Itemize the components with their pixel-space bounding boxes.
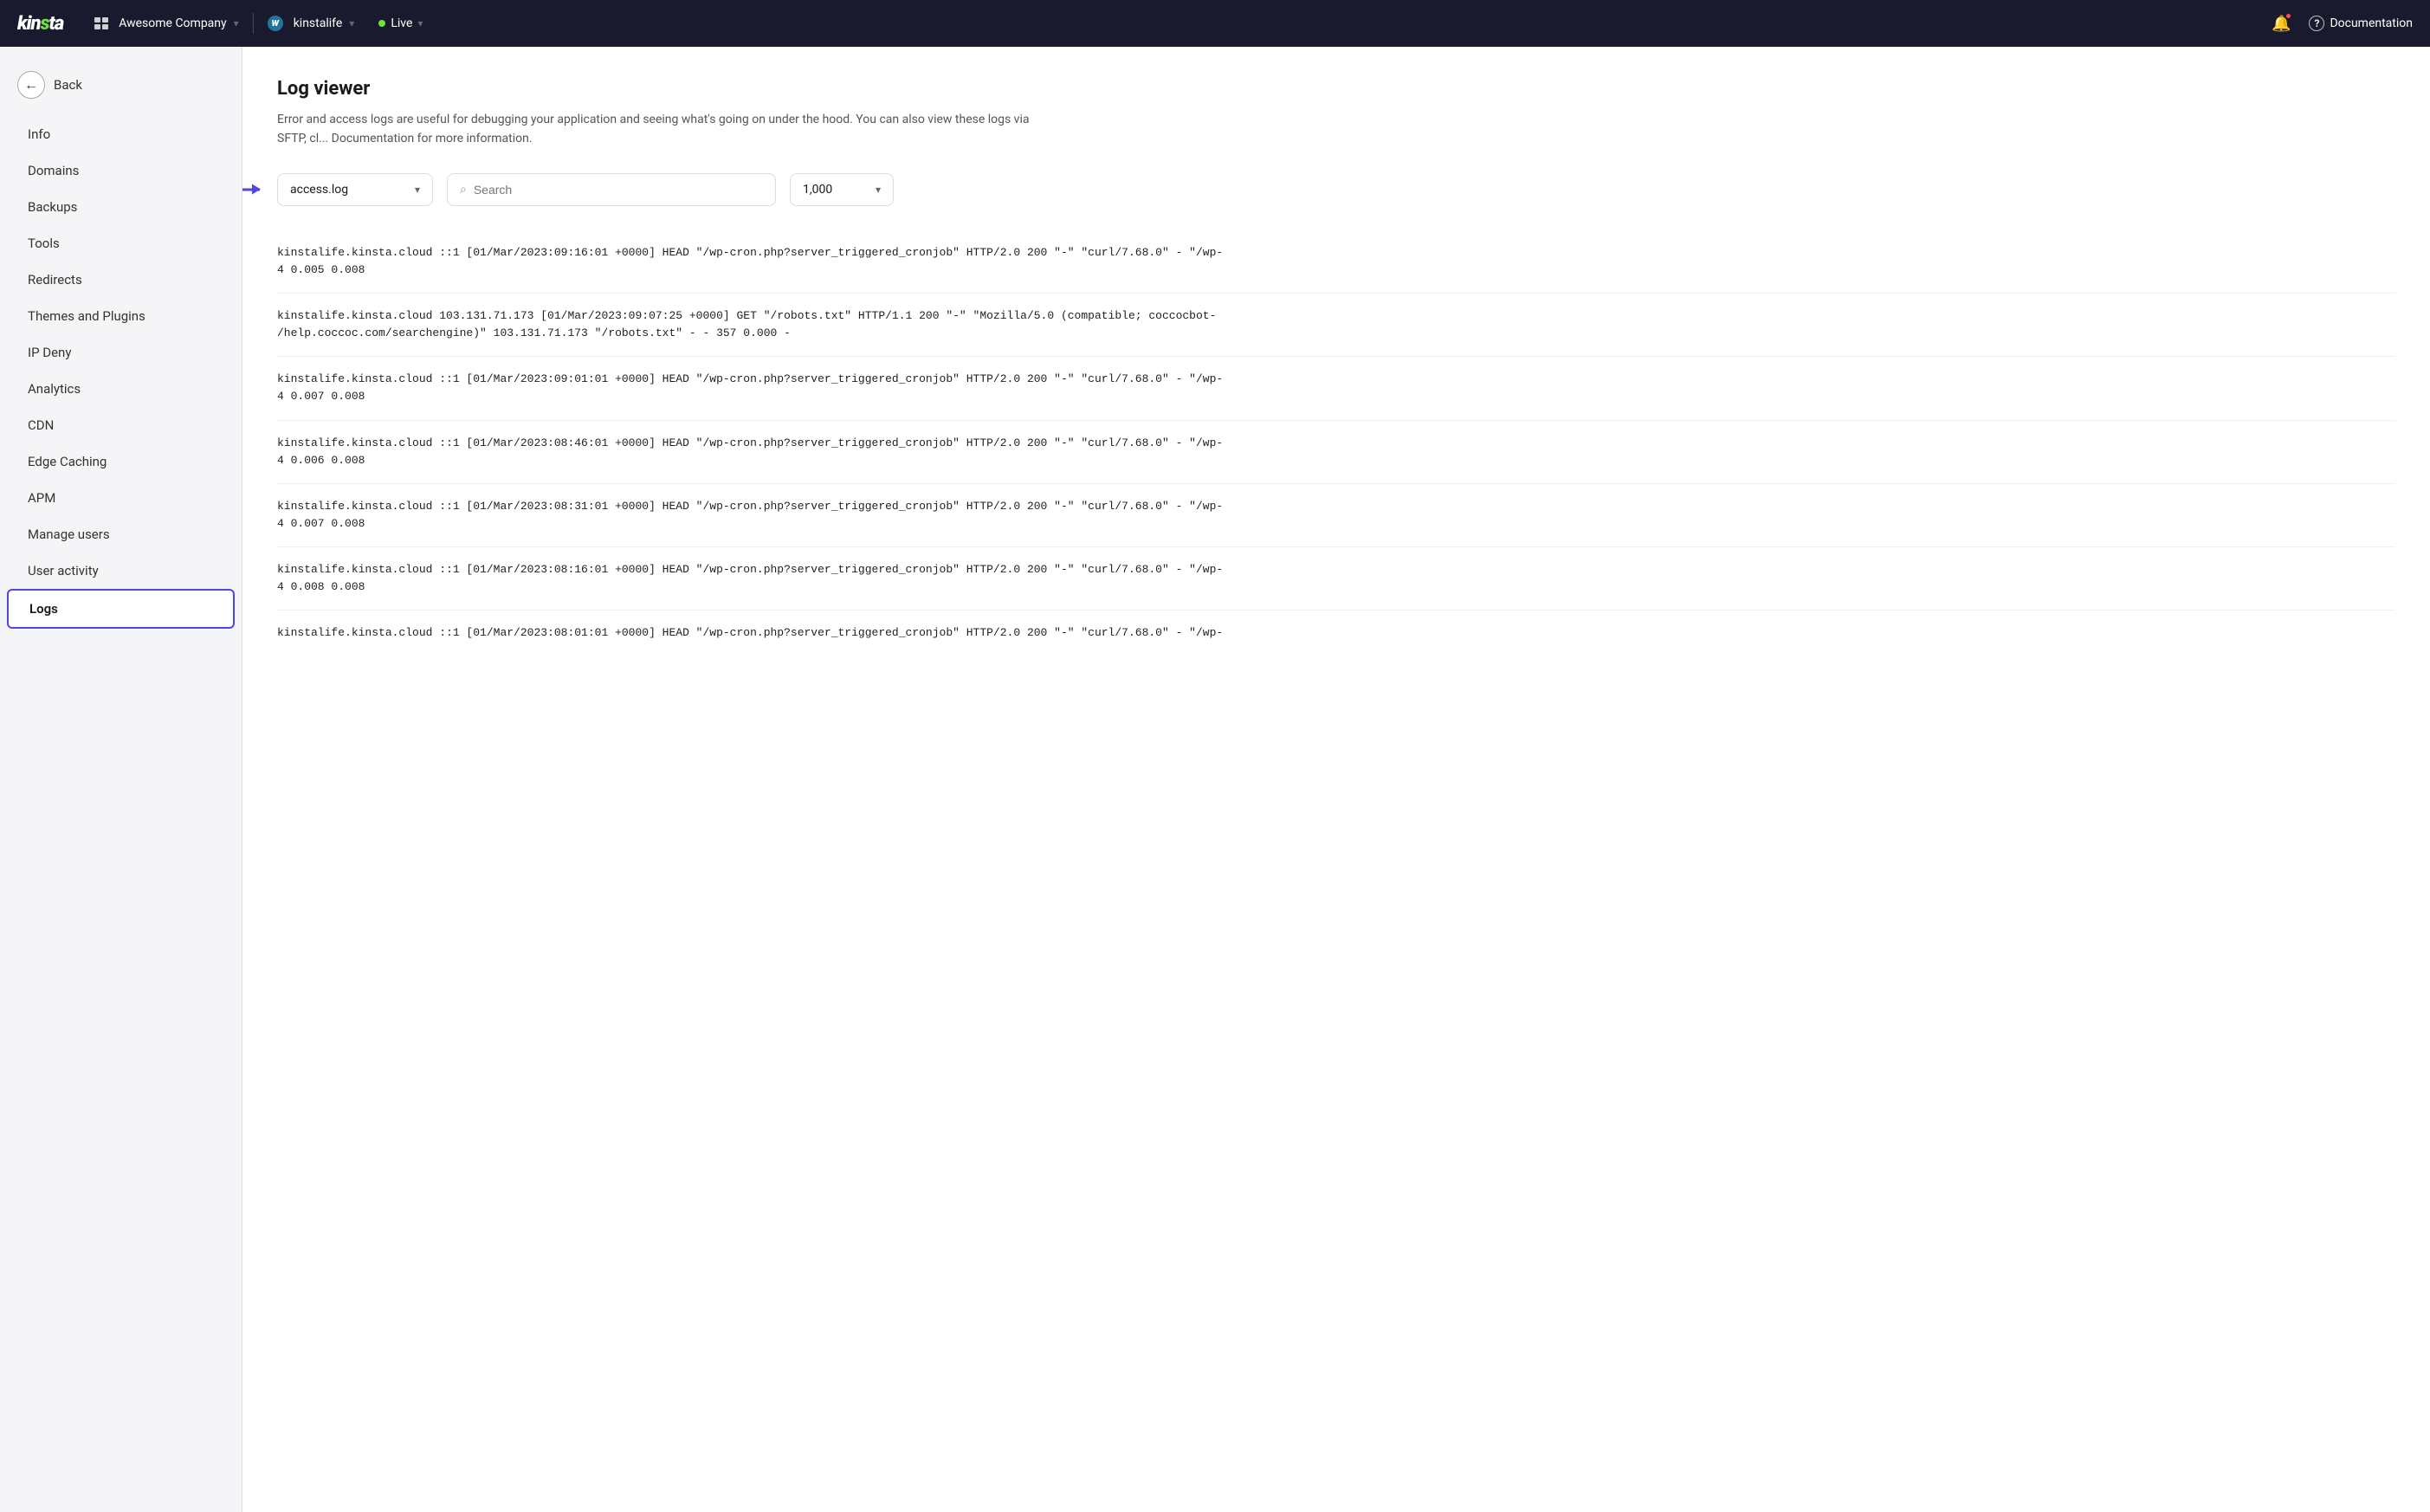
log-entry-text: kinstalife.kinsta.cloud ::1 [01/Mar/2023… xyxy=(277,436,1223,467)
count-chevron-icon: ▾ xyxy=(876,184,881,196)
main-content: Log viewer Error and access logs are use… xyxy=(242,47,2430,1512)
topnav-right: 🔔 ? Documentation xyxy=(2267,10,2413,37)
search-input[interactable] xyxy=(474,183,763,197)
sidebar-item-edge-caching[interactable]: Edge Caching xyxy=(7,443,235,480)
env-selector[interactable]: Live ▾ xyxy=(368,11,433,36)
sidebar-item-domains-label: Domains xyxy=(28,163,79,178)
sidebar-item-cdn[interactable]: CDN xyxy=(7,407,235,443)
site-name: kinstalife xyxy=(294,16,343,30)
notification-dot xyxy=(2285,13,2291,19)
company-name: Awesome Company xyxy=(119,16,226,30)
sidebar-item-themes-plugins[interactable]: Themes and Plugins xyxy=(7,298,235,334)
env-chevron-icon: ▾ xyxy=(417,17,423,29)
sidebar-item-ip-deny[interactable]: IP Deny xyxy=(7,334,235,371)
log-entry: kinstalife.kinsta.cloud ::1 [01/Mar/2023… xyxy=(277,611,2395,656)
log-entry: kinstalife.kinsta.cloud ::1 [01/Mar/2023… xyxy=(277,484,2395,547)
log-entry-text: kinstalife.kinsta.cloud ::1 [01/Mar/2023… xyxy=(277,626,1223,639)
log-file-chevron-icon: ▾ xyxy=(415,184,420,196)
sidebar-item-analytics-label: Analytics xyxy=(28,381,81,397)
arrow-annotation xyxy=(242,188,260,191)
sidebar-item-apm-label: APM xyxy=(28,490,55,506)
sidebar-item-domains[interactable]: Domains xyxy=(7,152,235,189)
sidebar: ← Back Info Domains Backups Tools Redire… xyxy=(0,47,242,1512)
company-grid-icon xyxy=(94,17,108,29)
sidebar-item-user-activity[interactable]: User activity xyxy=(7,552,235,589)
page-description: Error and access logs are useful for deb… xyxy=(277,110,1057,149)
log-entry: kinstalife.kinsta.cloud ::1 [01/Mar/2023… xyxy=(277,547,2395,611)
sidebar-item-logs-label: Logs xyxy=(29,601,58,617)
log-entry: kinstalife.kinsta.cloud 103.131.71.173 [… xyxy=(277,294,2395,357)
log-file-value: access.log xyxy=(290,183,348,197)
kinsta-logo: kinsta xyxy=(17,13,63,35)
log-file-selector[interactable]: access.log ▾ xyxy=(277,173,433,206)
search-box: ⌕ xyxy=(447,173,776,206)
sidebar-item-themes-plugins-label: Themes and Plugins xyxy=(28,308,145,324)
log-entries: kinstalife.kinsta.cloud ::1 [01/Mar/2023… xyxy=(277,230,2395,656)
live-status-dot xyxy=(378,20,385,27)
log-entry-text: kinstalife.kinsta.cloud ::1 [01/Mar/2023… xyxy=(277,563,1223,593)
sidebar-item-apm[interactable]: APM xyxy=(7,480,235,516)
back-label: Back xyxy=(54,77,82,93)
sidebar-nav: Info Domains Backups Tools Redirects The… xyxy=(0,113,242,632)
nav-divider xyxy=(253,13,254,34)
log-entry: kinstalife.kinsta.cloud ::1 [01/Mar/2023… xyxy=(277,230,2395,294)
sidebar-item-logs[interactable]: Logs xyxy=(7,589,235,629)
sidebar-item-redirects[interactable]: Redirects xyxy=(7,262,235,298)
sidebar-item-manage-users[interactable]: Manage users xyxy=(7,516,235,552)
sidebar-item-backups-label: Backups xyxy=(28,199,77,215)
notification-button[interactable]: 🔔 xyxy=(2267,10,2295,37)
search-icon: ⌕ xyxy=(460,183,467,197)
site-selector[interactable]: W kinstalife ▾ xyxy=(257,10,365,36)
sidebar-item-user-activity-label: User activity xyxy=(28,563,99,578)
wordpress-icon: W xyxy=(268,16,283,31)
site-chevron-icon: ▾ xyxy=(349,17,354,29)
documentation-label: Documentation xyxy=(2330,16,2413,30)
back-arrow-icon[interactable]: ← xyxy=(17,71,45,99)
log-entry-text: kinstalife.kinsta.cloud ::1 [01/Mar/2023… xyxy=(277,246,1223,276)
help-circle-icon: ? xyxy=(2309,16,2324,31)
sidebar-item-cdn-label: CDN xyxy=(28,417,54,433)
log-entry-text: kinstalife.kinsta.cloud 103.131.71.173 [… xyxy=(277,309,1216,339)
company-selector[interactable]: Awesome Company ▾ xyxy=(84,11,249,36)
env-label: Live xyxy=(391,16,412,30)
log-entry-text: kinstalife.kinsta.cloud ::1 [01/Mar/2023… xyxy=(277,500,1223,530)
sidebar-item-tools-label: Tools xyxy=(28,236,60,251)
documentation-link[interactable]: ? Documentation xyxy=(2309,16,2413,31)
sidebar-item-info-label: Info xyxy=(28,126,50,142)
sidebar-item-tools[interactable]: Tools xyxy=(7,225,235,262)
count-value: 1,000 xyxy=(803,183,832,197)
app-layout: ← Back Info Domains Backups Tools Redire… xyxy=(0,47,2430,1512)
sidebar-back-button[interactable]: ← Back xyxy=(0,64,242,113)
arrow-line xyxy=(242,188,260,191)
sidebar-item-ip-deny-label: IP Deny xyxy=(28,345,71,360)
controls-row: access.log ▾ ⌕ 1,000 ▾ xyxy=(277,173,2395,206)
log-entry: kinstalife.kinsta.cloud ::1 [01/Mar/2023… xyxy=(277,357,2395,420)
sidebar-item-manage-users-label: Manage users xyxy=(28,527,110,542)
count-selector[interactable]: 1,000 ▾ xyxy=(790,173,894,206)
topnav: kinsta Awesome Company ▾ W kinstalife ▾ … xyxy=(0,0,2430,47)
company-chevron-icon: ▾ xyxy=(234,17,239,29)
log-entry: kinstalife.kinsta.cloud ::1 [01/Mar/2023… xyxy=(277,421,2395,484)
sidebar-item-info[interactable]: Info xyxy=(7,116,235,152)
sidebar-item-analytics[interactable]: Analytics xyxy=(7,371,235,407)
page-title: Log viewer xyxy=(277,78,2395,100)
sidebar-item-edge-caching-label: Edge Caching xyxy=(28,454,107,469)
sidebar-item-backups[interactable]: Backups xyxy=(7,189,235,225)
log-entry-text: kinstalife.kinsta.cloud ::1 [01/Mar/2023… xyxy=(277,372,1223,403)
sidebar-item-redirects-label: Redirects xyxy=(28,272,82,288)
